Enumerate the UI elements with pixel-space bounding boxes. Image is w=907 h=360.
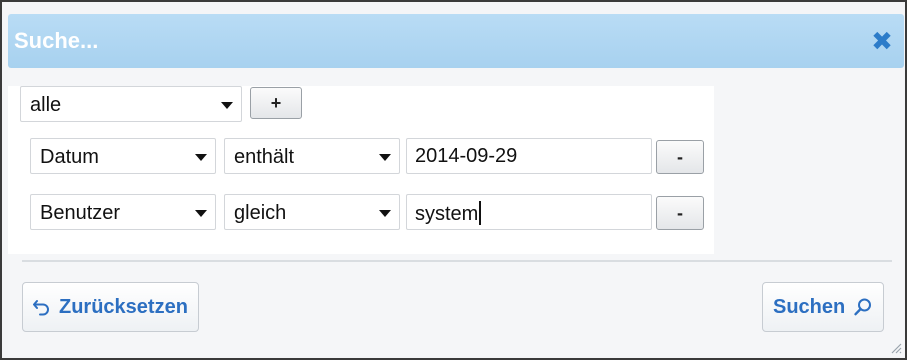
dialog-content: alle + Datum enthält 2014-09-29 - Benutz… [8, 70, 904, 356]
condition-value-input[interactable]: system [406, 194, 652, 230]
search-button-label: Suchen [773, 295, 846, 318]
chevron-down-icon [195, 210, 207, 217]
condition-operator-value: enthält [234, 146, 295, 168]
scope-select-value: alle [30, 94, 62, 116]
filter-panel: alle + Datum enthält 2014-09-29 - Benutz… [8, 86, 714, 254]
condition-field-select[interactable]: Benutzer [30, 194, 216, 230]
add-condition-button[interactable]: + [250, 87, 302, 119]
search-dialog: Suche... ✖ alle + Datum enthält 2014-09-… [0, 0, 907, 360]
remove-condition-button[interactable]: - [656, 140, 704, 174]
undo-arrow-icon [33, 300, 49, 316]
search-icon [854, 298, 872, 316]
search-button[interactable]: Suchen [762, 282, 885, 332]
condition-operator-value: gleich [234, 202, 287, 224]
condition-value-input[interactable]: 2014-09-29 [406, 138, 652, 174]
dialog-titlebar[interactable]: Suche... ✖ [8, 14, 904, 68]
dialog-title: Suche... [14, 28, 99, 53]
condition-field-value: Benutzer [40, 202, 121, 224]
chevron-down-icon [379, 210, 391, 217]
reset-button[interactable]: Zurücksetzen [22, 282, 199, 332]
condition-field-select[interactable]: Datum [30, 138, 216, 174]
divider [22, 260, 892, 262]
condition-operator-select[interactable]: gleich [224, 194, 400, 230]
condition-operator-select[interactable]: enthält [224, 138, 400, 174]
chevron-down-icon [221, 102, 233, 109]
chevron-down-icon [195, 154, 207, 161]
reset-button-label: Zurücksetzen [59, 295, 188, 318]
close-icon[interactable]: ✖ [868, 27, 896, 55]
resize-grip-icon[interactable] [890, 342, 902, 354]
condition-field-value: Datum [40, 146, 99, 168]
remove-condition-button[interactable]: - [656, 196, 704, 230]
condition-value-text: system [415, 203, 479, 225]
text-cursor [479, 201, 482, 225]
chevron-down-icon [379, 154, 391, 161]
scope-select[interactable]: alle [20, 86, 242, 122]
